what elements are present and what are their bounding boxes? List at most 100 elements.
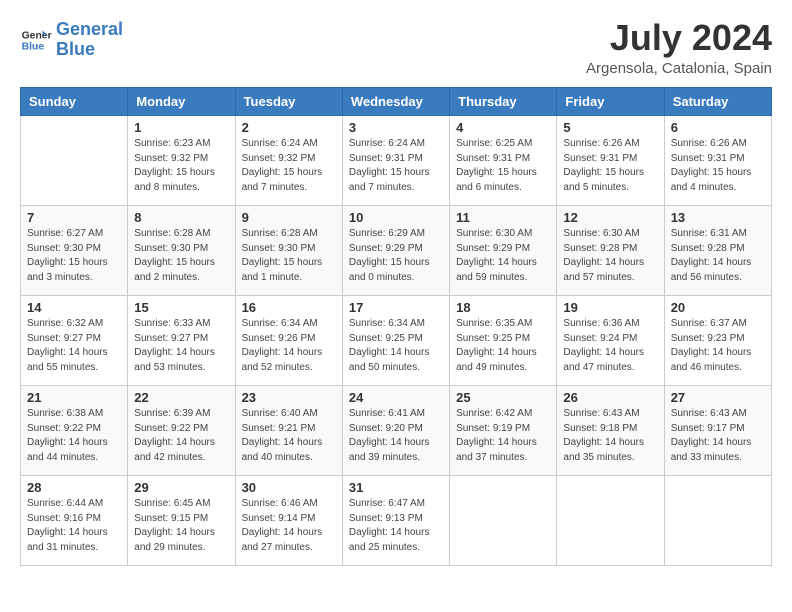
day-info: Sunrise: 6:37 AMSunset: 9:23 PMDaylight:… [671, 317, 765, 375]
day-info: Sunrise: 6:33 AMSunset: 9:27 PMDaylight:… [134, 317, 228, 375]
day-cell-2-0: 14 Sunrise: 6:32 AMSunset: 9:27 PMDayligh… [21, 296, 128, 386]
day-cell-2-3: 17 Sunrise: 6:34 AMSunset: 9:25 PMDayligh… [342, 296, 449, 386]
day-info: Sunrise: 6:27 AMSunset: 9:30 PMDaylight:… [27, 227, 121, 285]
day-cell-0-3: 3Sunrise: 6:24 AMSunset: 9:31 PMDaylight… [342, 116, 449, 206]
logo-icon: General Blue [20, 24, 52, 56]
day-number: 2 [242, 120, 336, 135]
day-number: 25 [456, 390, 550, 405]
day-info: Sunrise: 6:30 AMSunset: 9:29 PMDaylight:… [456, 227, 550, 285]
day-number: 21 [27, 390, 121, 405]
day-cell-4-0: 28 Sunrise: 6:44 AMSunset: 9:16 PMDayligh… [21, 476, 128, 566]
day-cell-1-3: 10Sunrise: 6:29 AMSunset: 9:29 PMDayligh… [342, 206, 449, 296]
week-row-1: 7 Sunrise: 6:27 AMSunset: 9:30 PMDaylight… [21, 206, 772, 296]
header-friday: Friday [557, 88, 664, 116]
day-info: Sunrise: 6:36 AMSunset: 9:24 PMDaylight:… [563, 317, 657, 375]
day-info: Sunrise: 6:30 AMSunset: 9:28 PMDaylight:… [563, 227, 657, 285]
day-cell-1-2: 9Sunrise: 6:28 AMSunset: 9:30 PMDaylight… [235, 206, 342, 296]
day-number: 13 [671, 210, 765, 225]
day-info: Sunrise: 6:38 AMSunset: 9:22 PMDaylight:… [27, 407, 121, 465]
header-sunday: Sunday [21, 88, 128, 116]
day-info: Sunrise: 6:32 AMSunset: 9:27 PMDaylight:… [27, 317, 121, 375]
week-row-3: 21 Sunrise: 6:38 AMSunset: 9:22 PMDayligh… [21, 386, 772, 476]
day-cell-0-4: 4 Sunrise: 6:25 AMSunset: 9:31 PMDaylight… [450, 116, 557, 206]
day-cell-1-0: 7 Sunrise: 6:27 AMSunset: 9:30 PMDaylight… [21, 206, 128, 296]
header-saturday: Saturday [664, 88, 771, 116]
day-cell-0-6: 6 Sunrise: 6:26 AMSunset: 9:31 PMDaylight… [664, 116, 771, 206]
location-title: Argensola, Catalonia, Spain [586, 60, 772, 77]
week-row-4: 28 Sunrise: 6:44 AMSunset: 9:16 PMDayligh… [21, 476, 772, 566]
day-cell-1-4: 11 Sunrise: 6:30 AMSunset: 9:29 PMDayligh… [450, 206, 557, 296]
day-cell-4-4 [450, 476, 557, 566]
day-number: 18 [456, 300, 550, 315]
day-number: 4 [456, 120, 550, 135]
day-number: 19 [563, 300, 657, 315]
logo: General Blue General Blue [20, 20, 123, 60]
day-number: 14 [27, 300, 121, 315]
day-info: Sunrise: 6:28 AMSunset: 9:30 PMDaylight:… [242, 227, 336, 285]
day-number: 23 [242, 390, 336, 405]
day-number: 6 [671, 120, 765, 135]
day-cell-2-2: 16 Sunrise: 6:34 AMSunset: 9:26 PMDayligh… [235, 296, 342, 386]
week-row-2: 14 Sunrise: 6:32 AMSunset: 9:27 PMDayligh… [21, 296, 772, 386]
day-number: 27 [671, 390, 765, 405]
day-cell-0-5: 5 Sunrise: 6:26 AMSunset: 9:31 PMDaylight… [557, 116, 664, 206]
day-cell-0-2: 2 Sunrise: 6:24 AMSunset: 9:32 PMDaylight… [235, 116, 342, 206]
month-title: July 2024 [586, 20, 772, 56]
logo-line2: Blue [56, 39, 95, 59]
day-number: 10 [349, 210, 443, 225]
day-cell-3-0: 21 Sunrise: 6:38 AMSunset: 9:22 PMDayligh… [21, 386, 128, 476]
day-info: Sunrise: 6:26 AMSunset: 9:31 PMDaylight:… [671, 137, 765, 195]
svg-text:Blue: Blue [22, 41, 45, 52]
day-number: 11 [456, 210, 550, 225]
day-number: 1 [134, 120, 228, 135]
day-info: Sunrise: 6:40 AMSunset: 9:21 PMDaylight:… [242, 407, 336, 465]
day-cell-3-5: 26 Sunrise: 6:43 AMSunset: 9:18 PMDayligh… [557, 386, 664, 476]
header-tuesday: Tuesday [235, 88, 342, 116]
day-cell-4-3: 31Sunrise: 6:47 AMSunset: 9:13 PMDayligh… [342, 476, 449, 566]
day-info: Sunrise: 6:26 AMSunset: 9:31 PMDaylight:… [563, 137, 657, 195]
day-info: Sunrise: 6:42 AMSunset: 9:19 PMDaylight:… [456, 407, 550, 465]
day-cell-2-1: 15Sunrise: 6:33 AMSunset: 9:27 PMDayligh… [128, 296, 235, 386]
day-number: 26 [563, 390, 657, 405]
day-info: Sunrise: 6:24 AMSunset: 9:32 PMDaylight:… [242, 137, 336, 195]
day-info: Sunrise: 6:25 AMSunset: 9:31 PMDaylight:… [456, 137, 550, 195]
day-number: 28 [27, 480, 121, 495]
header-wednesday: Wednesday [342, 88, 449, 116]
calendar-table: Sunday Monday Tuesday Wednesday Thursday… [20, 87, 772, 566]
day-cell-3-1: 22Sunrise: 6:39 AMSunset: 9:22 PMDayligh… [128, 386, 235, 476]
day-info: Sunrise: 6:41 AMSunset: 9:20 PMDaylight:… [349, 407, 443, 465]
day-cell-4-5 [557, 476, 664, 566]
day-number: 24 [349, 390, 443, 405]
day-number: 20 [671, 300, 765, 315]
day-info: Sunrise: 6:34 AMSunset: 9:26 PMDaylight:… [242, 317, 336, 375]
day-cell-3-4: 25 Sunrise: 6:42 AMSunset: 9:19 PMDayligh… [450, 386, 557, 476]
day-cell-1-1: 8Sunrise: 6:28 AMSunset: 9:30 PMDaylight… [128, 206, 235, 296]
day-number: 16 [242, 300, 336, 315]
day-number: 30 [242, 480, 336, 495]
day-cell-0-1: 1Sunrise: 6:23 AMSunset: 9:32 PMDaylight… [128, 116, 235, 206]
day-info: Sunrise: 6:44 AMSunset: 9:16 PMDaylight:… [27, 497, 121, 555]
page-header: General Blue General Blue July 2024 Arge… [20, 20, 772, 77]
day-cell-3-2: 23 Sunrise: 6:40 AMSunset: 9:21 PMDayligh… [235, 386, 342, 476]
day-info: Sunrise: 6:43 AMSunset: 9:18 PMDaylight:… [563, 407, 657, 465]
day-cell-1-5: 12Sunrise: 6:30 AMSunset: 9:28 PMDayligh… [557, 206, 664, 296]
header-thursday: Thursday [450, 88, 557, 116]
day-info: Sunrise: 6:43 AMSunset: 9:17 PMDaylight:… [671, 407, 765, 465]
title-block: July 2024 Argensola, Catalonia, Spain [586, 20, 772, 77]
day-info: Sunrise: 6:46 AMSunset: 9:14 PMDaylight:… [242, 497, 336, 555]
day-info: Sunrise: 6:34 AMSunset: 9:25 PMDaylight:… [349, 317, 443, 375]
day-cell-4-6 [664, 476, 771, 566]
day-cell-1-6: 13Sunrise: 6:31 AMSunset: 9:28 PMDayligh… [664, 206, 771, 296]
header-monday: Monday [128, 88, 235, 116]
day-cell-0-0 [21, 116, 128, 206]
weekday-header-row: Sunday Monday Tuesday Wednesday Thursday… [21, 88, 772, 116]
day-info: Sunrise: 6:45 AMSunset: 9:15 PMDaylight:… [134, 497, 228, 555]
day-info: Sunrise: 6:47 AMSunset: 9:13 PMDaylight:… [349, 497, 443, 555]
day-cell-3-3: 24 Sunrise: 6:41 AMSunset: 9:20 PMDayligh… [342, 386, 449, 476]
logo-text: General Blue [56, 20, 123, 60]
day-number: 17 [349, 300, 443, 315]
day-cell-4-2: 30 Sunrise: 6:46 AMSunset: 9:14 PMDayligh… [235, 476, 342, 566]
day-number: 7 [27, 210, 121, 225]
day-number: 5 [563, 120, 657, 135]
day-info: Sunrise: 6:28 AMSunset: 9:30 PMDaylight:… [134, 227, 228, 285]
